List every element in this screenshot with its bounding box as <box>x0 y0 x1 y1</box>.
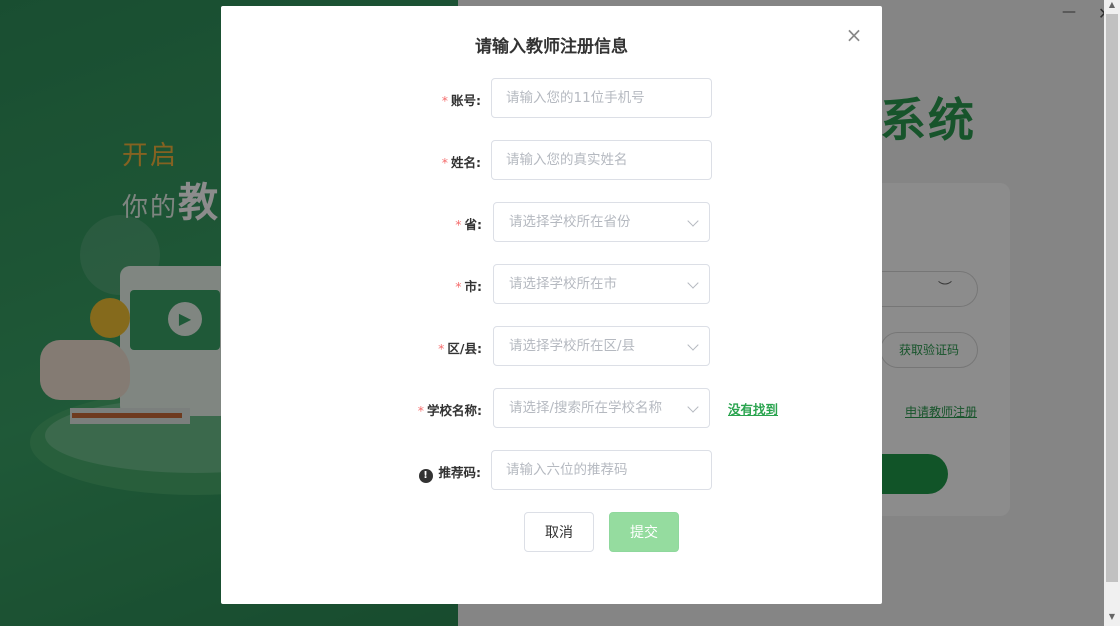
dialog-title: 请输入教师注册信息 <box>475 37 628 57</box>
dialog-close-icon[interactable]: × <box>843 24 865 46</box>
district-placeholder: 请选择学校所在区/县 <box>509 338 636 354</box>
school-label: * 学校名称: <box>417 403 482 418</box>
referral-label: ! 推荐码: <box>401 462 481 483</box>
name-input[interactable] <box>491 140 712 180</box>
name-label: * 姓名: <box>441 155 481 170</box>
chevron-down-icon <box>687 277 699 289</box>
referral-code-input[interactable] <box>491 450 712 490</box>
required-mark: * <box>455 217 462 232</box>
required-mark: * <box>417 403 424 418</box>
account-input[interactable] <box>491 78 712 118</box>
submit-button[interactable]: 提交 <box>609 512 679 552</box>
scroll-down-icon[interactable]: ▼ <box>1106 612 1118 621</box>
province-select[interactable]: 请选择学校所在省份 <box>493 202 710 242</box>
scrollbar-thumb[interactable] <box>1106 14 1118 582</box>
province-placeholder: 请选择学校所在省份 <box>509 214 631 230</box>
school-placeholder: 请选择/搜索所在学校名称 <box>509 400 663 416</box>
district-label: * 区/县: <box>438 341 482 356</box>
scroll-up-icon[interactable]: ▲ <box>1106 0 1118 9</box>
chevron-down-icon <box>687 401 699 413</box>
required-mark: * <box>438 341 445 356</box>
not-found-link[interactable]: 没有找到 <box>728 399 778 418</box>
city-placeholder: 请选择学校所在市 <box>509 276 617 292</box>
info-icon: ! <box>418 469 433 483</box>
cancel-button[interactable]: 取消 <box>524 512 594 552</box>
account-label: * 账号: <box>441 93 481 108</box>
province-label: * 省: <box>455 217 482 232</box>
city-select[interactable]: 请选择学校所在市 <box>493 264 710 304</box>
school-select[interactable]: 请选择/搜索所在学校名称 <box>493 388 710 428</box>
required-mark: * <box>441 155 448 170</box>
required-mark: * <box>441 93 448 108</box>
teacher-register-dialog: 请输入教师注册信息 × *账号: *姓名: *省: 请选择学校所在省份 *市: … <box>221 6 882 604</box>
city-label: * 市: <box>455 279 482 294</box>
required-mark: * <box>455 279 462 294</box>
chevron-down-icon <box>687 339 699 351</box>
district-select[interactable]: 请选择学校所在区/县 <box>493 326 710 366</box>
chevron-down-icon <box>687 215 699 227</box>
